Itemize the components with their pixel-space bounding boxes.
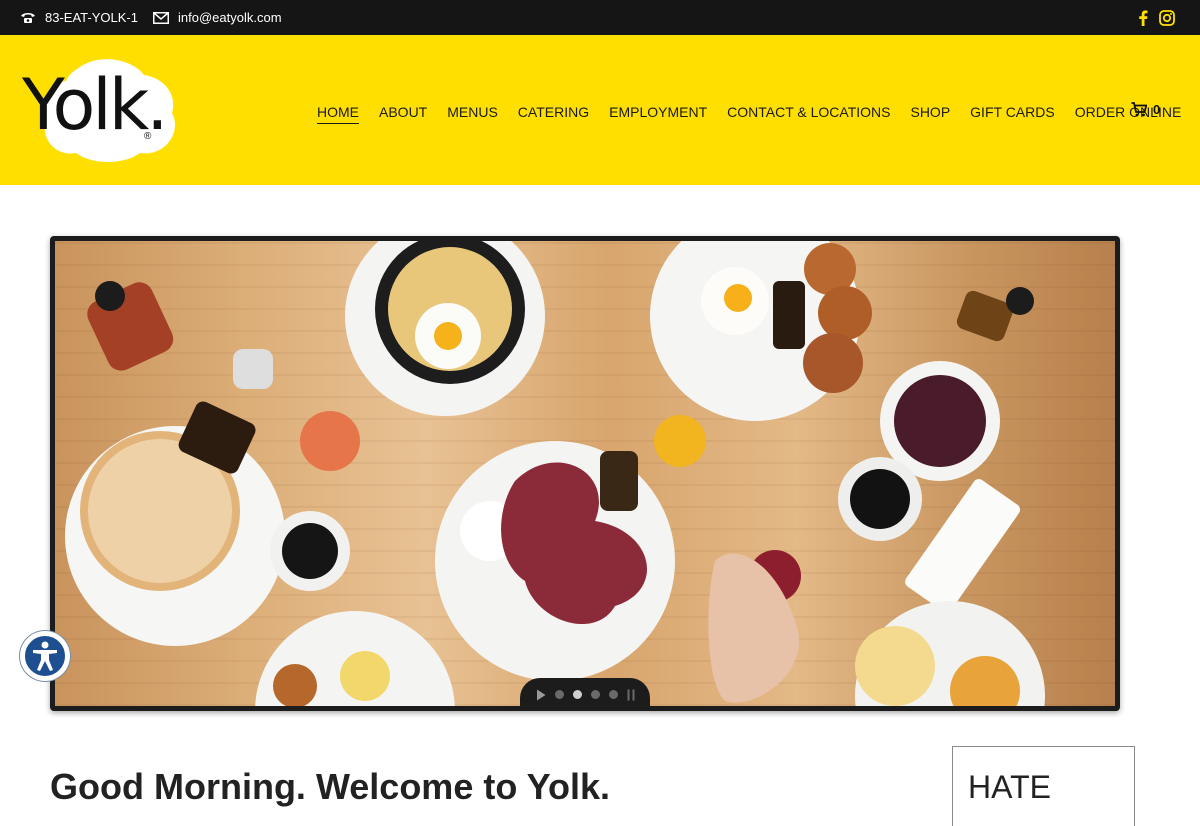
nav-item-contact-locations[interactable]: CONTACT & LOCATIONS — [727, 104, 890, 124]
cart-count: 0 — [1153, 102, 1161, 117]
email-contact[interactable]: info@eatyolk.com — [153, 0, 282, 35]
play-icon[interactable] — [536, 689, 546, 701]
nav-item-catering[interactable]: CATERING — [518, 104, 589, 124]
cart-button[interactable]: 0 — [1131, 102, 1160, 117]
accessibility-button[interactable] — [20, 631, 70, 681]
nav-item-shop[interactable]: SHOP — [910, 104, 950, 124]
main-navigation: HOME ABOUT MENUS CATERING EMPLOYMENT CON… — [317, 104, 1181, 124]
pause-icon[interactable] — [627, 689, 635, 701]
social-links — [1138, 0, 1175, 35]
site-header: Yolk. ® HOME ABOUT MENUS CATERING EMPLOY… — [0, 35, 1200, 185]
shopping-cart-icon — [1131, 102, 1147, 117]
accessibility-icon — [33, 641, 57, 671]
email-address: info@eatyolk.com — [178, 10, 282, 25]
slider-dot-2[interactable] — [572, 690, 582, 699]
nav-item-gift-cards[interactable]: GIFT CARDS — [970, 104, 1055, 124]
instagram-icon[interactable] — [1159, 9, 1175, 26]
slider-dot-1[interactable] — [554, 690, 564, 699]
nav-item-employment[interactable]: EMPLOYMENT — [609, 104, 707, 124]
phone-number: 83-EAT-YOLK-1 — [45, 10, 138, 25]
sidebar-heading: HATE — [968, 769, 1051, 805]
nav-item-order-online[interactable]: ORDER ONLINE — [1075, 104, 1182, 124]
hero-slider[interactable] — [50, 236, 1120, 711]
slider-dot-4[interactable] — [608, 690, 618, 699]
mail-icon — [153, 11, 169, 24]
breakfast-spread-image — [55, 241, 1115, 706]
nav-item-home[interactable]: HOME — [317, 104, 359, 124]
top-bar: 83-EAT-YOLK-1 info@eatyolk.com — [0, 0, 1200, 35]
facebook-icon[interactable] — [1138, 10, 1148, 26]
nav-item-about[interactable]: ABOUT — [379, 104, 427, 124]
sidebar-box: HATE — [952, 746, 1135, 826]
welcome-heading: Good Morning. Welcome to Yolk. — [50, 766, 611, 807]
yolk-logo[interactable]: Yolk. ® — [22, 53, 192, 168]
slider-controls — [520, 678, 650, 711]
phone-contact[interactable]: 83-EAT-YOLK-1 — [20, 0, 138, 35]
phone-icon — [21, 12, 35, 23]
nav-item-menus[interactable]: MENUS — [447, 104, 498, 124]
slider-dot-3[interactable] — [590, 690, 600, 699]
registered-mark: ® — [144, 131, 152, 142]
